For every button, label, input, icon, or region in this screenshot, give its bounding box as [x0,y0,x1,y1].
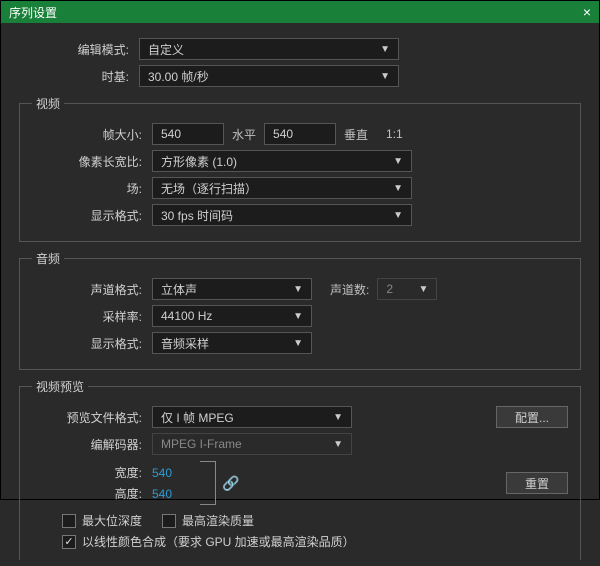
preview-width-value[interactable]: 540 [152,466,172,480]
preview-legend: 视频预览 [32,378,88,395]
chevron-down-icon: ▼ [418,284,428,295]
chevron-down-icon: ▼ [393,210,403,221]
timebase-label: 时基: [19,68,139,85]
chevron-down-icon: ▼ [293,311,303,322]
reset-button[interactable]: 重置 [506,472,568,494]
ch-fmt-label: 声道格式: [32,281,152,298]
chevron-down-icon: ▼ [393,156,403,167]
ch-fmt-value: 立体声 [161,281,197,298]
fields-select[interactable]: 无场（逐行扫描） ▼ [152,177,412,199]
timebase-select[interactable]: 30.00 帧/秒 ▼ [139,65,399,87]
video-legend: 视频 [32,95,64,112]
chevron-down-icon: ▼ [293,284,303,295]
audio-display-fmt-select[interactable]: 音频采样 ▼ [152,332,312,354]
link-icon[interactable]: 🔗 [222,475,239,492]
ch-fmt-select[interactable]: 立体声 ▼ [152,278,312,300]
video-group: 视频 帧大小: 540 水平 540 垂直 1:1 像素长宽比: 方形像素 (1… [19,95,581,242]
preview-file-fmt-select[interactable]: 仅 I 帧 MPEG ▼ [152,406,352,428]
max-bit-depth-label: 最大位深度 [82,512,142,529]
frame-height-input[interactable]: 540 [264,123,336,145]
edit-mode-select[interactable]: 自定义 ▼ [139,38,399,60]
preview-height-value[interactable]: 540 [152,487,172,501]
fields-label: 场: [32,180,152,197]
vert-label: 垂直 [344,126,368,143]
par-value: 方形像素 (1.0) [161,153,237,170]
close-icon[interactable]: × [583,4,591,20]
codec-value: MPEG I-Frame [161,437,242,451]
par-label: 像素长宽比: [32,153,152,170]
frame-width-input[interactable]: 540 [152,123,224,145]
chevron-down-icon: ▼ [380,71,390,82]
chevron-down-icon: ▼ [333,412,343,423]
chevron-down-icon: ▼ [380,44,390,55]
preview-file-fmt-label: 预览文件格式: [32,409,152,426]
audio-display-fmt-value: 音频采样 [161,335,209,352]
preview-width-label: 宽度: [32,464,152,481]
par-select[interactable]: 方形像素 (1.0) ▼ [152,150,412,172]
link-bracket-icon [200,461,216,505]
edit-mode-value: 自定义 [148,41,184,58]
sample-rate-label: 采样率: [32,308,152,325]
ch-count-label: 声道数: [330,281,369,298]
sample-rate-value: 44100 Hz [161,309,212,323]
timebase-value: 30.00 帧/秒 [148,68,209,85]
aspect-ratio-text: 1:1 [386,127,403,141]
audio-legend: 音频 [32,250,64,267]
horiz-label: 水平 [232,126,256,143]
max-render-quality-checkbox[interactable] [162,514,176,528]
preview-group: 视频预览 预览文件格式: 仅 I 帧 MPEG ▼ 配置... 编解码器: MP… [19,378,581,560]
chevron-down-icon: ▼ [333,439,343,450]
linear-color-checkbox[interactable] [62,535,76,549]
content: 编辑模式: 自定义 ▼ 时基: 30.00 帧/秒 ▼ 视频 帧大小: 540 … [1,23,599,566]
chevron-down-icon: ▼ [393,183,403,194]
codec-select: MPEG I-Frame ▼ [152,433,352,455]
window-title: 序列设置 [9,4,57,21]
video-display-fmt-label: 显示格式: [32,207,152,224]
chevron-down-icon: ▼ [293,338,303,349]
preview-file-fmt-value: 仅 I 帧 MPEG [161,409,234,426]
ch-count-value: 2 [386,282,393,296]
preview-height-label: 高度: [32,485,152,502]
max-render-quality-label: 最高渲染质量 [182,512,254,529]
frame-size-label: 帧大小: [32,126,152,143]
codec-label: 编解码器: [32,436,152,453]
audio-group: 音频 声道格式: 立体声 ▼ 声道数: 2 ▼ 采样率: 44100 Hz ▼ … [19,250,581,370]
configure-button[interactable]: 配置... [496,406,568,428]
ch-count-select[interactable]: 2 ▼ [377,278,437,300]
linear-color-label: 以线性颜色合成（要求 GPU 加速或最高渲染品质） [82,533,355,550]
titlebar: 序列设置 × [1,1,599,23]
fields-value: 无场（逐行扫描） [161,180,257,197]
sample-rate-select[interactable]: 44100 Hz ▼ [152,305,312,327]
video-display-fmt-value: 30 fps 时间码 [161,207,233,224]
audio-display-fmt-label: 显示格式: [32,335,152,352]
video-display-fmt-select[interactable]: 30 fps 时间码 ▼ [152,204,412,226]
max-bit-depth-checkbox[interactable] [62,514,76,528]
edit-mode-label: 编辑模式: [19,41,139,58]
